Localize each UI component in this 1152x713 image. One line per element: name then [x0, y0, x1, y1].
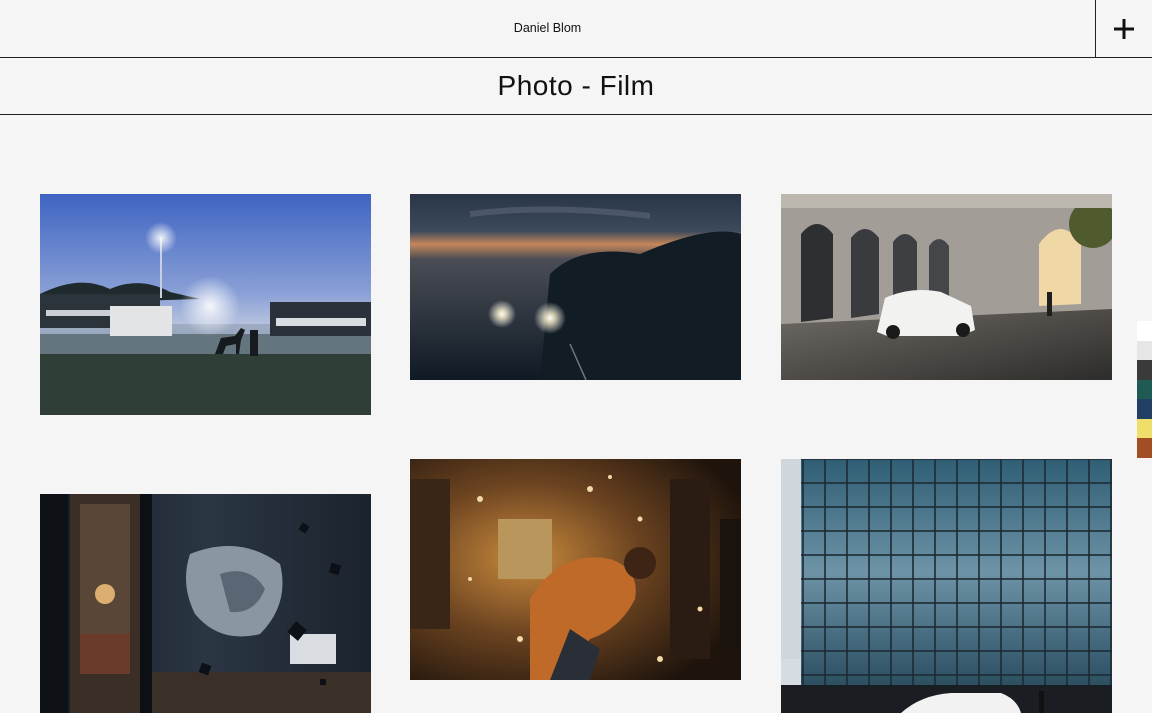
swatch-rust[interactable] — [1137, 438, 1152, 458]
photo-image — [40, 494, 371, 713]
swatch-white[interactable] — [1137, 321, 1152, 341]
photo-image — [40, 194, 371, 415]
photo-wall-explosion[interactable] — [40, 494, 371, 713]
photo-glass-building-car[interactable] — [781, 459, 1112, 713]
photo-image — [781, 459, 1112, 713]
photo-horse-stable-night[interactable] — [40, 194, 371, 415]
photo-person-falling-papers[interactable] — [410, 459, 741, 680]
swatch-teal[interactable] — [1137, 379, 1152, 399]
swatch-navy[interactable] — [1137, 399, 1152, 419]
plus-icon — [1114, 18, 1134, 39]
top-bar: Daniel Blom — [0, 0, 1152, 58]
swatch-dark-gray[interactable] — [1137, 360, 1152, 380]
page-title: Photo - Film — [497, 70, 655, 101]
title-bar: Photo - Film — [0, 58, 1152, 115]
photo-car-headlights-dusk[interactable] — [410, 194, 741, 380]
swatch-light-gray[interactable] — [1137, 340, 1152, 360]
menu-plus-button[interactable] — [1095, 0, 1152, 57]
photo-white-suv-colonnade[interactable] — [781, 194, 1112, 380]
swatch-yellow[interactable] — [1137, 418, 1152, 438]
photo-image — [781, 194, 1112, 380]
site-name-link[interactable]: Daniel Blom — [0, 0, 1095, 57]
photo-image — [410, 459, 741, 680]
photo-image — [410, 194, 741, 380]
color-palette — [1137, 321, 1152, 458]
